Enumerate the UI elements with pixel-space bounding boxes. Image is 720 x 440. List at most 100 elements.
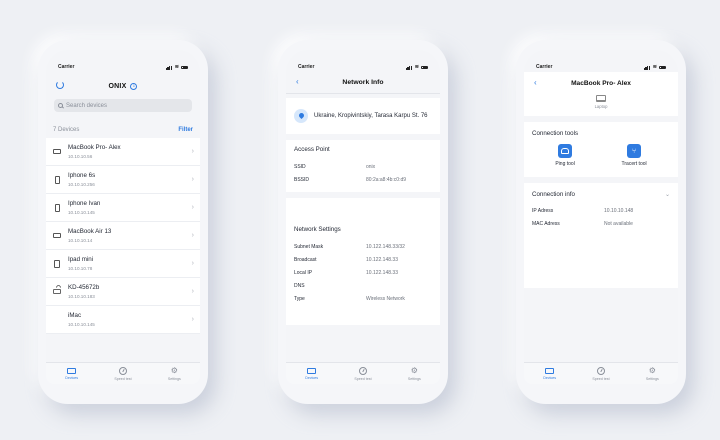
kv-key: Type	[294, 295, 305, 302]
tab-speed-test[interactable]: Speed test	[581, 366, 621, 381]
tab-settings[interactable]: ⚙ Settings	[394, 365, 434, 381]
phone-icon	[54, 203, 60, 212]
laptop-icon	[596, 95, 606, 102]
kv-value: 10.122.148.33	[366, 256, 398, 263]
kv-row: BSSID 80:2a:a8:4b:c0:d9	[294, 173, 432, 186]
kv-value: 10.122.148.33	[366, 269, 398, 276]
kv-key: Local IP	[294, 269, 313, 276]
filter-button[interactable]: Filter	[178, 127, 193, 133]
kv-row: DNS	[294, 279, 432, 292]
app-header: ONIX i	[46, 76, 200, 96]
device-ip: 10.10.10.14	[68, 238, 93, 243]
signal-icon	[165, 65, 173, 70]
gear-icon: ⚙	[410, 365, 418, 375]
chevron-down-icon: ⌄	[664, 192, 670, 198]
device-name: MacBook Air 13	[68, 228, 112, 235]
connection-info-header[interactable]: Connection info ⌄	[532, 191, 670, 198]
router-icon	[53, 289, 61, 294]
network-info-screen: Carrier ≋ ‹ Network Info Ukraine, Kropiv…	[286, 50, 440, 384]
carrier-label: Carrier	[536, 64, 553, 70]
device-name: Iphone 6s	[68, 172, 96, 179]
tab-label: Speed test	[114, 376, 132, 381]
network-settings-card: Network Settings Subnet Mask 10.122.148.3…	[286, 198, 440, 325]
wifi-icon: ≋	[652, 64, 657, 70]
kv-key: SSID	[294, 163, 306, 170]
phone-devices-screen: Carrier ≋ ONIX i Search devices 7 Device…	[38, 40, 208, 404]
tracert-icon: ⑂	[627, 144, 642, 158]
device-header: ‹ MacBook Pro- Alex Laptop	[524, 72, 678, 116]
tab-devices[interactable]: Devices	[530, 367, 570, 380]
chevron-right-icon: ›	[191, 204, 194, 211]
kv-key: MAC Adress	[532, 220, 560, 227]
status-bar: Carrier ≋	[286, 50, 440, 72]
tab-label: Settings	[645, 376, 659, 381]
tab-speed-test[interactable]: Speed test	[103, 366, 143, 381]
tracert-tool-button[interactable]: ⑂ Tracert tool	[622, 144, 647, 167]
tab-speed-test[interactable]: Speed test	[343, 366, 383, 381]
status-icons: ≋	[405, 65, 428, 70]
tab-settings[interactable]: ⚙ Settings	[632, 365, 672, 381]
device-name: KD-45672b	[68, 284, 100, 291]
connection-tools-card: Connection tools Ping tool ⑂ Tracert too…	[524, 122, 678, 177]
devices-screen: Carrier ≋ ONIX i Search devices 7 Device…	[46, 50, 200, 384]
kv-key: IP Adress	[532, 207, 554, 214]
chevron-right-icon: ›	[191, 316, 194, 323]
device-count: 7 Devices	[53, 127, 80, 133]
section-title: Network Settings	[294, 226, 341, 233]
tab-settings[interactable]: ⚙ Settings	[154, 366, 194, 381]
phone-icon	[54, 175, 60, 184]
device-type: Laptop	[594, 104, 608, 109]
chevron-right-icon: ›	[191, 288, 194, 295]
section-title: Connection info	[532, 191, 575, 198]
device-ip: 10.10.10.56	[68, 154, 93, 159]
carrier-label: Carrier	[298, 64, 315, 70]
device-ip: 10.10.10.145	[68, 210, 95, 215]
tablet-icon	[54, 259, 60, 268]
nav-bar: ‹ Network Info	[286, 72, 440, 94]
battery-icon	[181, 65, 188, 70]
list-item[interactable]: iMac 10.10.10.145 ›	[46, 306, 200, 334]
tab-label: Devices	[543, 375, 557, 380]
location-text: Ukraine, Kropivintskiy, Tarasa Karpu St.…	[314, 113, 428, 119]
device-ip: 10.10.10.183	[68, 294, 95, 299]
tab-label: Devices	[305, 375, 319, 380]
kv-value: 80:2a:a8:4b:c0:d9	[366, 176, 407, 183]
status-bar: Carrier ≋	[524, 50, 678, 72]
speedometer-icon	[358, 366, 367, 375]
devices-icon	[307, 367, 317, 374]
device-name: iMac	[68, 312, 82, 319]
ping-icon	[558, 144, 573, 158]
list-item[interactable]: Iphone Ivan 10.10.10.145 ›	[46, 194, 200, 222]
tab-devices[interactable]: Devices	[292, 367, 332, 380]
kv-row: Broadcast 10.122.148.33	[294, 253, 432, 266]
device-name: Ipad mini	[68, 256, 94, 263]
tool-label: Tracert tool	[621, 161, 647, 167]
tab-devices[interactable]: Devices	[52, 367, 92, 380]
chevron-left-icon[interactable]: ‹	[534, 78, 537, 87]
list-item[interactable]: KD-45672b 10.10.10.183 ›	[46, 278, 200, 306]
ping-tool-button[interactable]: Ping tool	[555, 144, 575, 167]
list-item[interactable]: MacBook Pro- Alex 10.10.10.56 ›	[46, 138, 200, 166]
chevron-right-icon: ›	[191, 176, 194, 183]
kv-row: Subnet Mask 10.122.148.33/32	[294, 240, 432, 253]
signal-icon	[405, 65, 413, 70]
kv-row: IP Adress 10.10.10.148	[532, 204, 670, 217]
kv-row: MAC Adress Not available	[532, 217, 670, 230]
search-input[interactable]: Search devices	[54, 99, 192, 112]
device-list: MacBook Pro- Alex 10.10.10.56 › Iphone 6s…	[46, 138, 200, 334]
tab-label: Devices	[65, 375, 79, 380]
phone-device-detail-screen: Carrier ≋ ‹ MacBook Pro- Alex Laptop Con…	[516, 40, 686, 404]
list-item[interactable]: Iphone 6s 10.10.10.256 ›	[46, 166, 200, 194]
list-item[interactable]: Ipad mini 10.10.10.78 ›	[46, 250, 200, 278]
gear-icon: ⚙	[648, 365, 656, 375]
search-placeholder: Search devices	[66, 102, 108, 109]
refresh-icon[interactable]	[56, 81, 64, 89]
list-item[interactable]: MacBook Air 13 10.10.10.14 ›	[46, 222, 200, 250]
wifi-icon: ≋	[174, 64, 179, 70]
battery-icon	[659, 65, 666, 70]
chevron-left-icon[interactable]: ‹	[296, 77, 299, 86]
kv-value: Not available	[604, 220, 633, 227]
tool-label: Ping tool	[555, 161, 575, 167]
info-icon[interactable]: i	[130, 82, 138, 90]
chevron-right-icon: ›	[191, 232, 194, 239]
